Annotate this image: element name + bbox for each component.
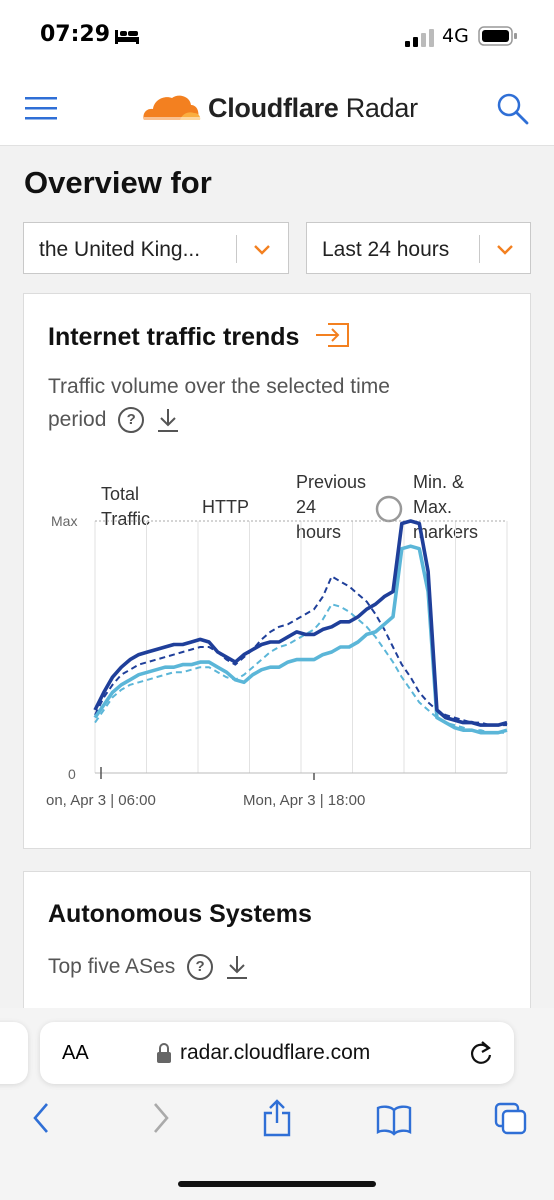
- x-tick-label: Mon, Apr 3 | 18:00: [243, 792, 365, 809]
- brand-name: Cloudflare Radar: [208, 92, 418, 123]
- y-tick-label: Max: [51, 513, 77, 529]
- previous-tab-preview[interactable]: [0, 1022, 28, 1084]
- app-header: Cloudflare Radar: [0, 70, 554, 146]
- x-tick-label: on, Apr 3 | 06:00: [46, 792, 156, 809]
- status-time: 07:29: [40, 22, 111, 47]
- share-icon[interactable]: [262, 1098, 292, 1138]
- battery-icon: [478, 26, 517, 46]
- traffic-trends-card: Internet traffic trends Traffic volume o…: [23, 293, 531, 849]
- location-select[interactable]: the United King...: [23, 222, 289, 274]
- bookmarks-icon[interactable]: [376, 1104, 412, 1136]
- page-title: Overview for: [24, 165, 212, 200]
- help-icon[interactable]: ?: [187, 954, 214, 981]
- home-indicator: [178, 1181, 376, 1187]
- time-range-select[interactable]: Last 24 hours: [306, 222, 531, 274]
- y-tick-label: 0: [68, 766, 76, 782]
- sleep-focus-icon: [115, 30, 139, 44]
- as-card-subtitle: Top five ASes ?: [48, 950, 249, 983]
- cloudflare-cloud-icon: [143, 95, 201, 120]
- location-select-value: the United King...: [39, 238, 201, 261]
- forward-icon[interactable]: [150, 1100, 172, 1136]
- reader-settings-button[interactable]: AA: [62, 1042, 89, 1065]
- cloudflare-radar-logo[interactable]: Cloudflare Radar: [140, 88, 418, 128]
- chevron-down-icon[interactable]: [496, 240, 514, 258]
- tabs-icon[interactable]: [494, 1102, 528, 1136]
- hamburger-menu-icon[interactable]: [24, 95, 58, 121]
- url-text[interactable]: radar.cloudflare.com: [180, 1041, 370, 1065]
- select-divider: [479, 235, 480, 263]
- address-bar[interactable]: AA radar.cloudflare.com: [40, 1022, 514, 1084]
- time-range-select-value: Last 24 hours: [322, 238, 450, 261]
- status-bar: 07:29 4G: [0, 0, 554, 70]
- lock-icon: [157, 1043, 171, 1063]
- chevron-down-icon[interactable]: [253, 240, 271, 258]
- select-divider: [236, 235, 237, 263]
- search-icon[interactable]: [496, 92, 530, 126]
- traffic-chart[interactable]: Max 0 on, Apr 3 | 06:00 Mon, Apr 3 | 18:00: [24, 294, 532, 850]
- cellular-signal-icon: [405, 29, 434, 47]
- back-icon[interactable]: [30, 1100, 52, 1136]
- network-type: 4G: [442, 25, 469, 47]
- as-card-title: Autonomous Systems: [48, 900, 312, 928]
- download-icon[interactable]: [225, 954, 249, 980]
- reload-icon[interactable]: [468, 1039, 494, 1067]
